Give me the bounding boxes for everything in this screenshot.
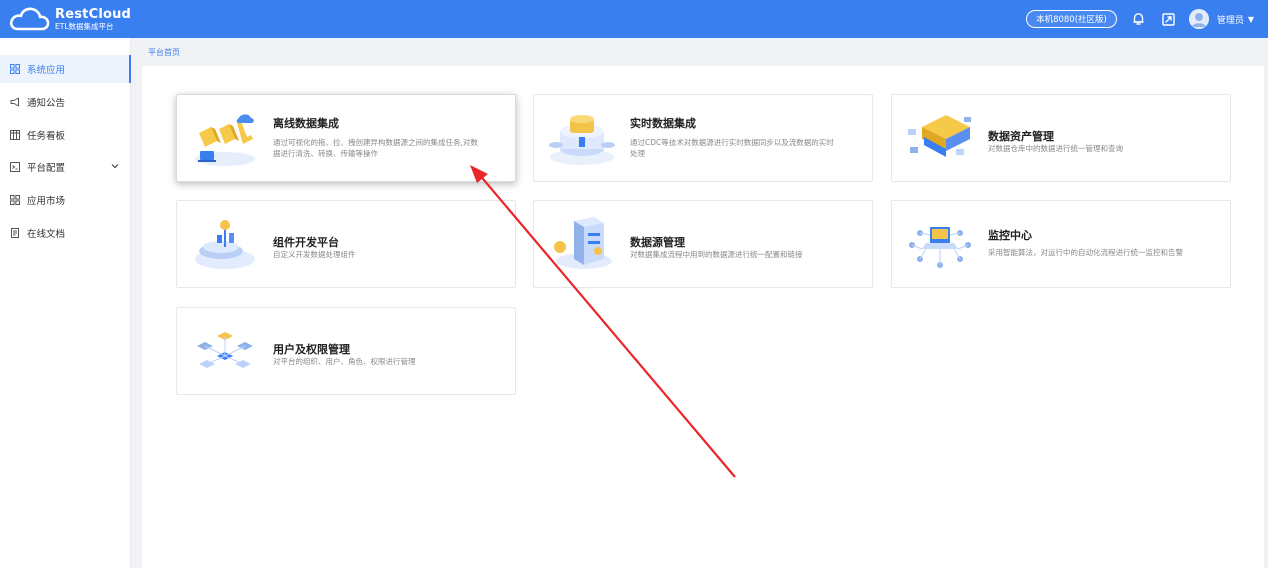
data-source-server-icon	[554, 217, 612, 269]
sidebar-item-platform-config[interactable]: 平台配置	[0, 153, 131, 181]
database-cylinder-icon	[549, 115, 615, 165]
bell-icon[interactable]	[1131, 11, 1147, 27]
user-permission-network-icon	[197, 332, 253, 368]
sidebar-item-label: 通知公告	[27, 98, 66, 109]
board-icon	[10, 130, 20, 140]
sidebar-item-label: 在线文档	[27, 229, 66, 240]
sidebar-item-notices[interactable]: 通知公告	[0, 88, 131, 116]
sidebar-item-task-board[interactable]: 任务看板	[0, 121, 131, 149]
grid-icon	[10, 195, 20, 205]
sidebar-item-label: 系统应用	[27, 65, 66, 76]
logo-title: RestCloud	[55, 6, 132, 22]
sidebar-item-label: 任务看板	[27, 131, 66, 142]
card-title: 组件开发平台	[273, 236, 339, 249]
chevron-down-icon[interactable]	[111, 163, 119, 169]
doc-icon	[11, 228, 19, 238]
sidebar: 系统应用 通知公告 任务看板 平台配置 应用市场 在线文档	[0, 38, 131, 568]
terminal-icon	[10, 162, 20, 172]
etl-illustration-icon	[195, 114, 255, 166]
card-description: 对数据仓库中的数据进行统一管理和查询	[988, 144, 1123, 153]
top-header: RestCloud ETL数据集成平台 本机8080(社区版) 管理员 ▼	[0, 0, 1268, 38]
card-title: 用户及权限管理	[273, 343, 350, 356]
card-offline-data-integration[interactable]: 离线数据集成 通过可视化的拖、拉、拽创建异构数据源之间的集成任务,对数据进行清洗…	[176, 94, 516, 182]
card-realtime-data-integration[interactable]: 实时数据集成 通过CDC等技术对数据源进行实时数据同步以及流数据的实时处理	[533, 94, 873, 182]
sidebar-item-online-docs[interactable]: 在线文档	[0, 219, 131, 247]
main-content: 离线数据集成 通过可视化的拖、拉、拽创建异构数据源之间的集成任务,对数据进行清洗…	[142, 66, 1264, 568]
sidebar-item-app-market[interactable]: 应用市场	[0, 186, 131, 214]
monitor-network-icon	[909, 227, 971, 268]
card-description: 自定义开发数据处理组件	[273, 250, 356, 259]
card-description: 通过可视化的拖、拉、拽创建异构数据源之间的集成任务,对数据进行清洗、转换、传输等…	[273, 138, 478, 158]
logo-subtitle: ETL数据集成平台	[55, 21, 114, 31]
card-title: 数据资产管理	[988, 130, 1054, 143]
card-title: 监控中心	[988, 229, 1032, 242]
megaphone-icon	[10, 97, 19, 107]
sidebar-item-label: 平台配置	[27, 163, 66, 174]
data-assets-icon	[908, 115, 971, 157]
card-component-dev-platform[interactable]: 组件开发平台 自定义开发数据处理组件	[176, 200, 516, 288]
card-description: 对数据集成流程中用到的数据源进行统一配置和链接	[630, 250, 803, 259]
caret-down-icon[interactable]: ▼	[1248, 15, 1254, 24]
card-data-source-management[interactable]: 数据源管理 对数据集成流程中用到的数据源进行统一配置和链接	[533, 200, 873, 288]
cloud-logo-icon	[9, 6, 51, 32]
card-monitoring-center[interactable]: 监控中心 采用智能算法，对运行中的自动化流程进行统一监控和告警	[891, 200, 1231, 288]
card-title: 离线数据集成	[273, 117, 339, 130]
card-description: 采用智能算法，对运行中的自动化流程进行统一监控和告警	[988, 248, 1183, 257]
sidebar-item-label: 应用市场	[27, 196, 66, 207]
card-title: 数据源管理	[630, 236, 685, 249]
card-description: 通过CDC等技术对数据源进行实时数据同步以及流数据的实时处理	[630, 138, 834, 158]
component-dev-icon	[195, 220, 255, 269]
share-screen-icon[interactable]	[1161, 11, 1177, 27]
grid-icon	[10, 64, 20, 74]
breadcrumb[interactable]: 平台首页	[148, 47, 180, 58]
user-avatar[interactable]	[1188, 9, 1209, 29]
card-user-permission-management[interactable]: 用户及权限管理 对平台的组织、用户、角色、权限进行管理	[176, 307, 516, 395]
card-data-asset-management[interactable]: 数据资产管理 对数据仓库中的数据进行统一管理和查询	[891, 94, 1231, 182]
card-title: 实时数据集成	[630, 117, 696, 130]
user-name[interactable]: 管理员	[1217, 13, 1244, 26]
app-logo[interactable]: RestCloud ETL数据集成平台	[9, 6, 131, 32]
environment-selector[interactable]: 本机8080(社区版)	[1026, 10, 1117, 28]
card-description: 对平台的组织、用户、角色、权限进行管理	[273, 357, 416, 366]
sidebar-item-system-apps[interactable]: 系统应用	[0, 55, 131, 83]
